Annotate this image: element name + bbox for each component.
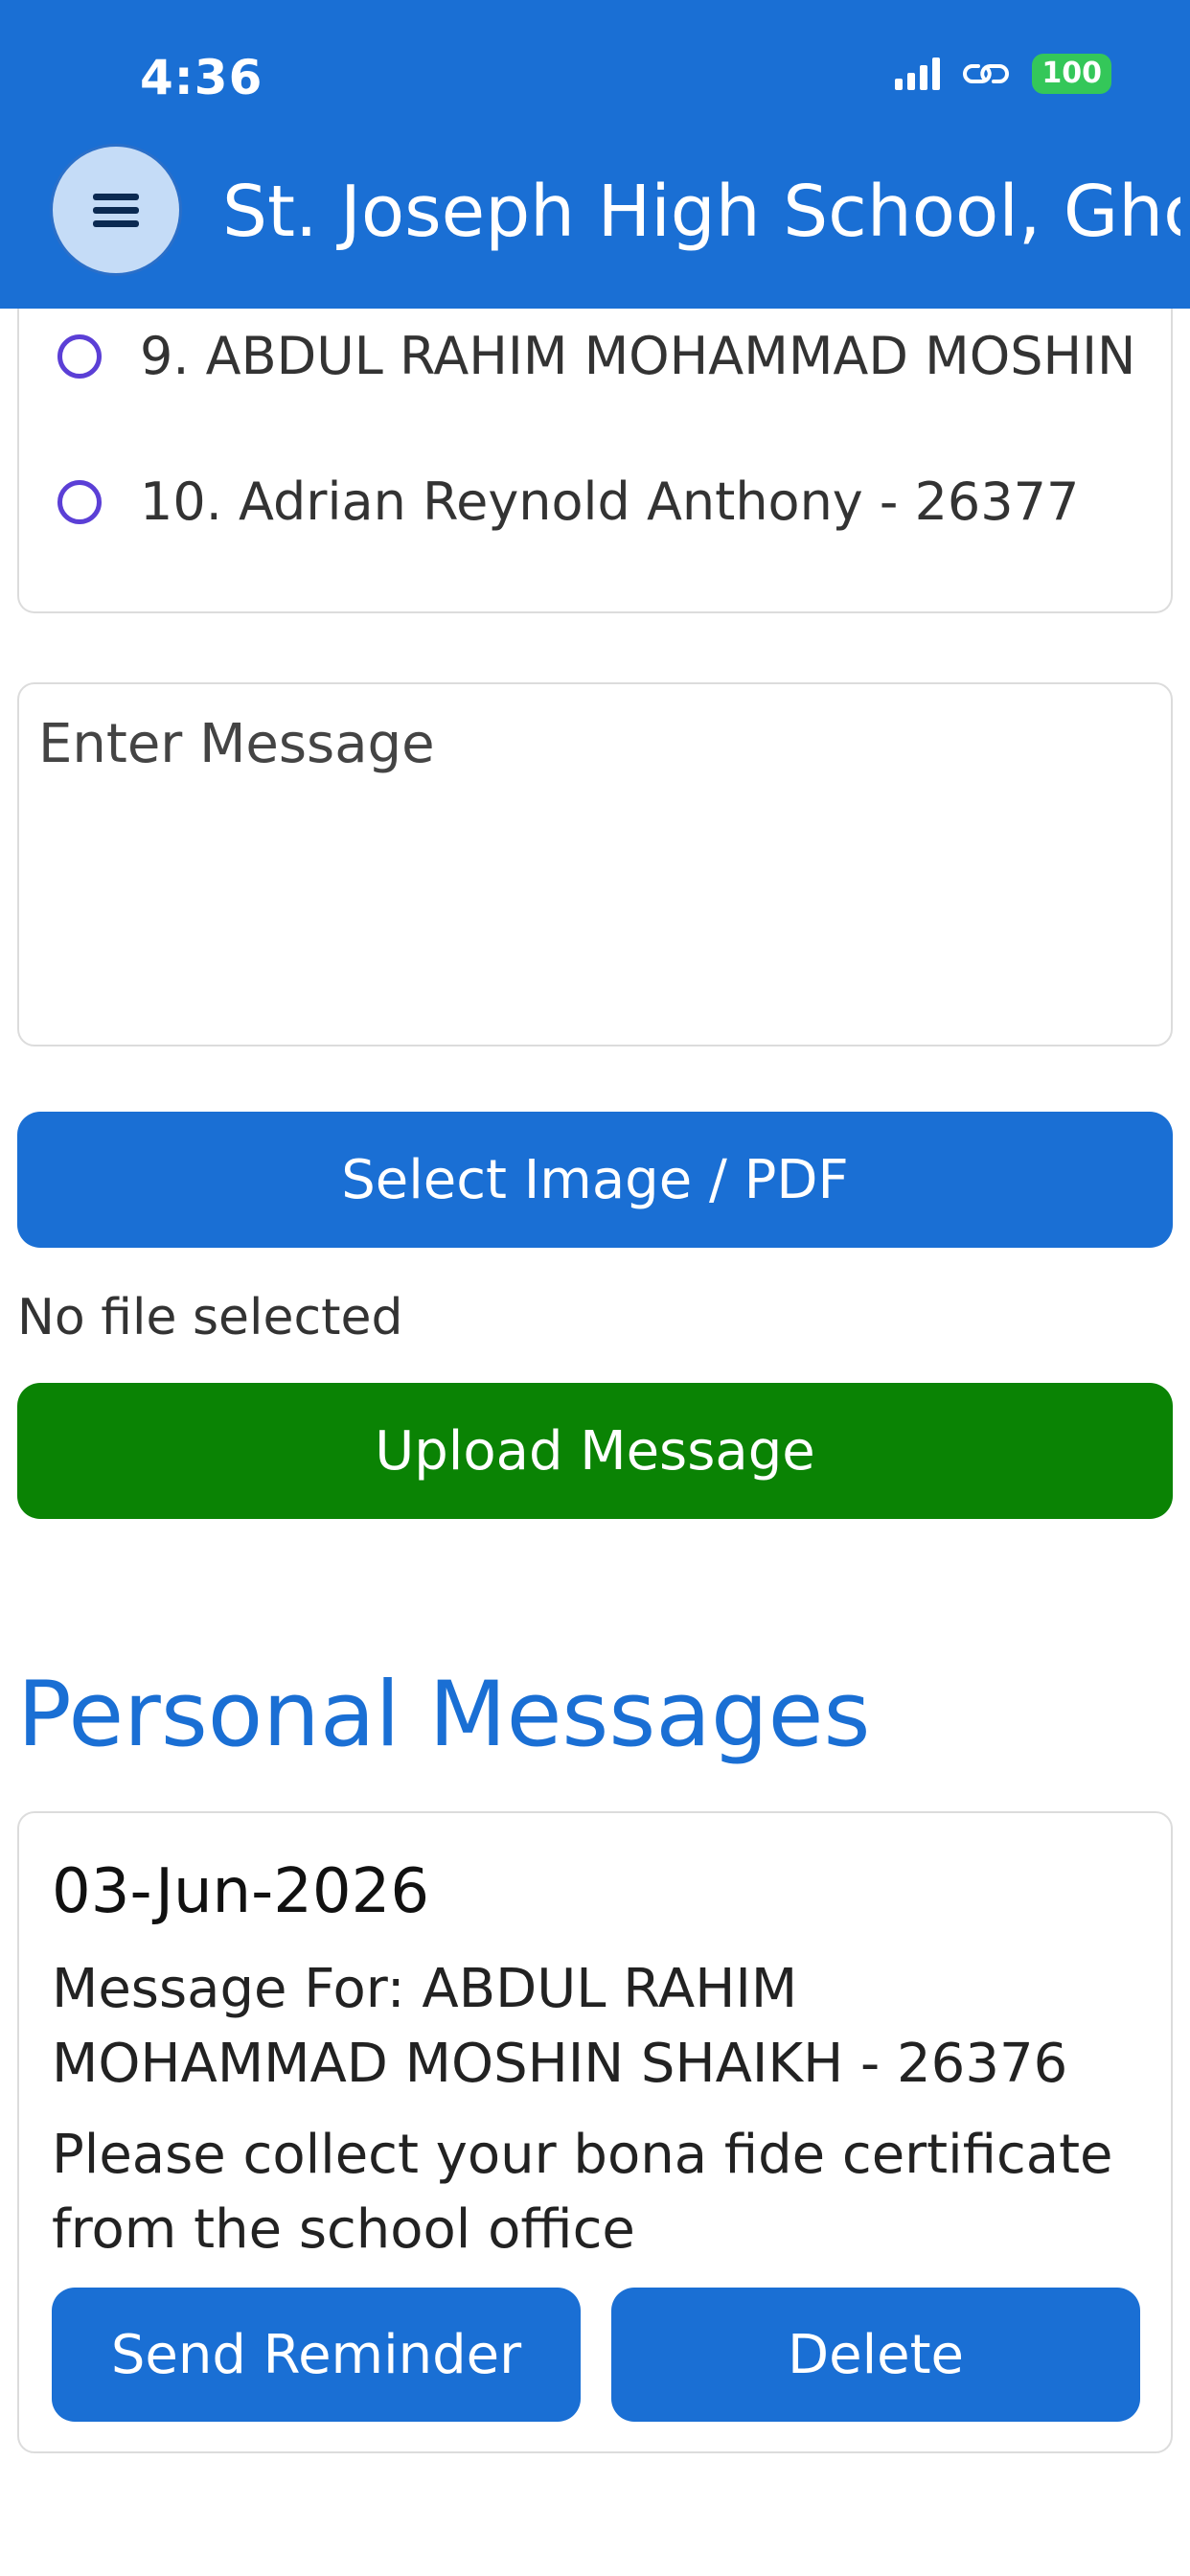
upload-message-button[interactable]: Upload Message	[17, 1383, 1173, 1519]
select-file-button[interactable]: Select Image / PDF	[17, 1112, 1173, 1248]
menu-button[interactable]	[50, 144, 182, 276]
signal-icon	[895, 58, 941, 90]
page-title: St. Joseph High School, Ghc	[222, 171, 1180, 253]
message-input[interactable]	[17, 682, 1173, 1046]
status-time: 4:36	[140, 50, 263, 105]
link-icon	[963, 64, 1010, 83]
file-status: No file selected	[17, 1289, 403, 1346]
student-option[interactable]: 9. ABDUL RAHIM MOHAMMAD MOSHIN	[57, 326, 1135, 386]
app-header: 4:36 100 St. Joseph High School, Ghc	[0, 0, 1190, 309]
message-card: 03-Jun-2026 Message For: ABDUL RAHIM MOH…	[17, 1811, 1173, 2453]
radio-icon[interactable]	[57, 334, 102, 379]
menu-icon	[93, 187, 139, 234]
status-icons: 100	[895, 54, 1111, 94]
message-body: Please collect your bona fide certificat…	[52, 2124, 1113, 2261]
section-title: Personal Messages	[17, 1663, 871, 1767]
student-label: 9. ABDUL RAHIM MOHAMMAD MOSHIN	[140, 326, 1136, 386]
battery-icon: 100	[1032, 54, 1111, 94]
message-recipient: Message For: ABDUL RAHIM MOHAMMAD MOSHIN…	[52, 1958, 1068, 2095]
student-label: 10. Adrian Reynold Anthony - 26377	[140, 472, 1080, 532]
message-date: 03-Jun-2026	[52, 1856, 430, 1927]
send-reminder-button[interactable]: Send Reminder	[52, 2288, 581, 2422]
student-option[interactable]: 10. Adrian Reynold Anthony - 26377	[57, 472, 1079, 532]
radio-icon[interactable]	[57, 479, 102, 524]
delete-button[interactable]: Delete	[611, 2288, 1140, 2422]
